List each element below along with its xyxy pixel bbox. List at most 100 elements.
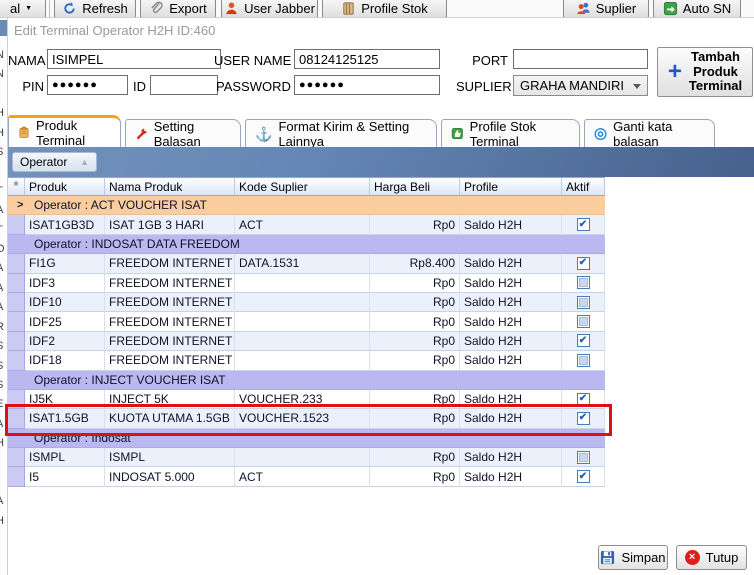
column-header-profile[interactable]: Profile — [460, 178, 562, 195]
table-body: > Operator : ACT VOUCHER ISAT ISAT1GB3D ISA… — [8, 196, 605, 487]
aktif-checkbox[interactable] — [576, 353, 590, 367]
password-input[interactable] — [294, 75, 440, 95]
port-input[interactable] — [513, 49, 648, 69]
aktif-cell: ✔ — [562, 215, 605, 235]
row-gutter — [8, 254, 25, 274]
close-icon: × — [684, 550, 700, 565]
suplier-field-label: SUPLIER — [456, 79, 512, 94]
row-gutter — [8, 389, 25, 410]
tab-profile-stok-terminal[interactable]: Profile Stok Terminal — [441, 118, 580, 149]
grid-customize-icon[interactable]: * — [8, 178, 25, 195]
aktif-cell: ✔ — [562, 389, 605, 410]
tutup-button[interactable]: × Tutup — [676, 545, 747, 570]
column-header-kode-suplier[interactable]: Kode Suplier — [235, 178, 370, 195]
column-header-produk[interactable]: Produk — [25, 178, 105, 195]
password-label: PASSWORD — [216, 79, 291, 94]
group-by-operator-chip[interactable]: Operator ▲ — [12, 152, 97, 172]
nama-produk-cell: FREEDOM INTERNET 3GB — [105, 273, 235, 293]
floppy-disk-icon — [601, 550, 615, 565]
pin-input[interactable] — [47, 75, 128, 95]
aktif-checkbox[interactable]: ✔ — [576, 392, 590, 406]
export-button[interactable]: Export — [140, 0, 216, 17]
aktif-cell — [562, 351, 605, 371]
suplier-select[interactable]: GRAHA MANDIRI — [513, 75, 648, 96]
produk-cell: IDF2 — [25, 331, 105, 352]
id-label: ID — [133, 79, 146, 94]
simpan-button[interactable]: Simpan — [598, 545, 668, 570]
nama-produk-cell: INDOSAT 5.000 — [105, 467, 235, 487]
aktif-checkbox[interactable] — [576, 295, 590, 309]
harga-beli-cell: Rp0 — [370, 409, 460, 429]
user-name-input[interactable] — [294, 49, 440, 69]
profile-cell: Saldo H2H — [460, 254, 562, 274]
nama-produk-cell: FREEDOM INTERNET 18GB — [105, 351, 235, 371]
profile-cell: Saldo H2H — [460, 215, 562, 235]
aktif-cell: ✔ — [562, 254, 605, 274]
user-jabber-label: User Jabber — [244, 0, 315, 16]
tab-format-kirim-setting-lainnya[interactable]: ⚓ Format Kirim & Setting Lainnya — [245, 119, 437, 149]
suplier-select-value: GRAHA MANDIRI — [520, 78, 625, 93]
aktif-cell — [562, 292, 605, 313]
user-jabber-button[interactable]: User Jabber — [221, 0, 318, 17]
refresh-button[interactable]: Refresh — [54, 0, 136, 17]
aktif-checkbox[interactable]: ✔ — [576, 334, 590, 348]
nama-produk-cell: ISAT 1GB 3 HARI — [105, 215, 235, 235]
tab-label: Profile Stok Terminal — [469, 118, 537, 149]
aktif-checkbox[interactable]: ✔ — [576, 218, 590, 232]
produk-cell: FI1G — [25, 254, 105, 274]
table-row[interactable]: IJ5K INJECT 5K VOUCHER.233 Rp0 Saldo H2H ✔ — [8, 389, 605, 410]
aktif-checkbox[interactable]: ✔ — [576, 256, 590, 270]
nama-input[interactable] — [47, 49, 221, 69]
harga-beli-cell: Rp0 — [370, 351, 460, 371]
table-row[interactable]: ISAT1GB3D ISAT 1GB 3 HARI ACT Rp0 Saldo H2H ✔ — [8, 215, 605, 235]
auto-sn-button[interactable]: Auto SN — [653, 0, 741, 17]
tambah-produk-terminal-button[interactable]: + Tambah Produk Terminal — [657, 47, 753, 97]
table-row[interactable]: IDF2FREEDOM INTERNET 2GB Rp0Saldo H2H ✔ — [8, 331, 605, 352]
produk-cell: IDF3 — [25, 273, 105, 293]
wrench-icon — [136, 128, 147, 140]
column-header-harga-beli[interactable]: Harga Beli — [370, 178, 460, 195]
tab-ganti-kata-balasan[interactable]: ◎ Ganti kata balasan — [584, 119, 715, 149]
nama-produk-cell: FREEDOM INTERNET 1.5GB — [105, 254, 235, 274]
aktif-cell — [562, 312, 605, 332]
tab-setting-balasan[interactable]: Setting Balasan — [125, 119, 241, 149]
kode-suplier-cell — [235, 292, 370, 313]
table-row[interactable]: ISAT1.5GBKUOTA UTAMA 1.5GB BERVOUCHER.15… — [8, 409, 605, 429]
aktif-checkbox[interactable]: ✔ — [576, 411, 590, 425]
table-row[interactable]: I5 INDOSAT 5.000 ACT Rp0 Saldo H2H ✔ — [8, 467, 605, 487]
table-row[interactable]: IDF18FREEDOM INTERNET 18GB Rp0Saldo H2H — [8, 351, 605, 371]
table-row[interactable]: IDF25FREEDOM INTERNET 25GB Rp0Saldo H2H — [8, 312, 605, 332]
table-row[interactable]: IDF3FREEDOM INTERNET 3GB Rp0Saldo H2H — [8, 273, 605, 293]
table-row[interactable]: FI1GFREEDOM INTERNET 1.5GBDATA.1531Rp8.4… — [8, 254, 605, 274]
nama-produk-cell: FREEDOM INTERNET 25GB — [105, 312, 235, 332]
profile-stok-button[interactable]: Profile Stok — [322, 0, 447, 17]
user-name-label: USER NAME — [214, 53, 292, 68]
aktif-checkbox[interactable]: ✔ — [576, 470, 590, 484]
group-row[interactable]: Operator : INDOSAT DATA FREEDOM — [8, 234, 605, 255]
row-gutter — [8, 467, 25, 487]
group-row[interactable]: Operator : Indosat — [8, 428, 605, 449]
aktif-checkbox[interactable] — [576, 276, 590, 290]
table-header: * Produk Nama Produk Kode Suplier Harga Bel… — [8, 177, 605, 196]
profile-cell: Saldo H2H — [460, 292, 562, 313]
group-by-field-label: Operator — [20, 155, 68, 169]
column-header-nama-produk[interactable]: Nama Produk — [105, 178, 235, 195]
produk-cell: IDF25 — [25, 312, 105, 332]
aktif-checkbox[interactable] — [576, 315, 590, 329]
harga-beli-cell: Rp0 — [370, 389, 460, 410]
group-row-label: Operator : INJECT VOUCHER ISAT — [34, 372, 226, 387]
ring-icon: ◎ — [594, 124, 608, 142]
suplier-button[interactable]: Suplier — [563, 0, 649, 17]
table-row[interactable]: IDF10FREEDOM INTERNET 10GB Rp0Saldo H2H — [8, 292, 605, 313]
id-input[interactable] — [150, 75, 218, 95]
anchor-icon: ⚓ — [255, 125, 273, 142]
table-row[interactable]: ISMPL ISMPL Rp0 Saldo H2H — [8, 448, 605, 468]
aktif-checkbox[interactable] — [576, 450, 590, 464]
column-header-aktif[interactable]: Aktif — [562, 178, 605, 195]
profile-cell: Saldo H2H — [460, 351, 562, 371]
terminal-menu-button-partial[interactable]: al ▼ — [0, 0, 46, 17]
group-row[interactable]: Operator : INJECT VOUCHER ISAT — [8, 370, 605, 390]
tab-produk-terminal[interactable]: Produk Terminal — [8, 115, 121, 148]
suplier-label: Suplier — [595, 0, 637, 16]
group-row[interactable]: > Operator : ACT VOUCHER ISAT — [8, 196, 605, 216]
